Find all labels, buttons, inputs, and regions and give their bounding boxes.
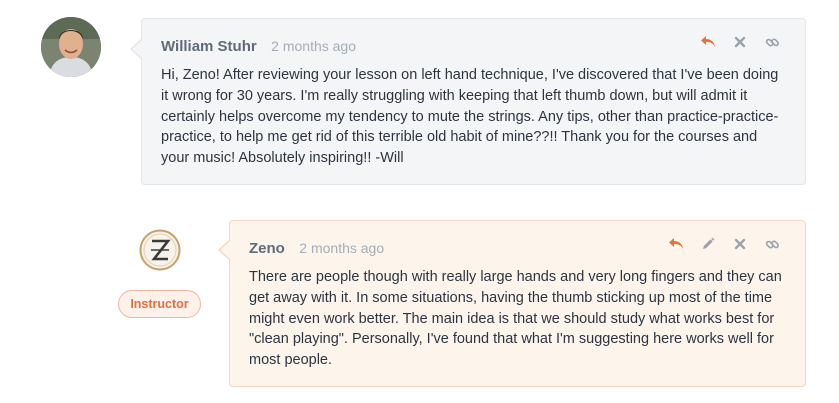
comment-body: Hi, Zeno! After reviewing your lesson on… — [161, 67, 779, 167]
reply-button[interactable] — [699, 33, 717, 51]
user-photo-icon — [41, 17, 101, 77]
edit-button[interactable] — [699, 235, 717, 253]
instructor-badge: Instructor — [118, 290, 201, 318]
comment-header: William Stuhr 2 months ago — [161, 38, 356, 56]
timestamp[interactable]: 2 months ago — [299, 240, 384, 256]
delete-button[interactable] — [731, 33, 749, 51]
comment-body: There are people though with really larg… — [249, 269, 782, 369]
avatar-zeno[interactable] — [139, 229, 181, 271]
comment-zeno: Zeno 2 months ago There are people thoug… — [218, 220, 806, 387]
comment-header: Zeno 2 months ago — [249, 240, 384, 258]
delete-button[interactable] — [731, 235, 749, 253]
timestamp[interactable]: 2 months ago — [271, 38, 356, 54]
reply-icon — [669, 238, 683, 249]
link-icon — [765, 240, 779, 248]
comment-william: William Stuhr 2 months ago Hi, Zeno! Aft… — [130, 18, 806, 185]
permalink-button[interactable] — [763, 235, 781, 253]
permalink-button[interactable] — [763, 33, 781, 51]
comment-actions — [699, 33, 781, 51]
delete-icon — [734, 238, 746, 250]
author-name[interactable]: Zeno — [249, 240, 285, 257]
edit-icon — [703, 237, 715, 249]
reply-button[interactable] — [667, 235, 685, 253]
reply-icon — [701, 36, 715, 47]
comment-actions — [667, 235, 781, 253]
delete-icon — [734, 36, 746, 48]
author-name[interactable]: William Stuhr — [161, 38, 257, 55]
zeno-logo-icon — [139, 229, 181, 271]
avatar-william[interactable] — [41, 17, 101, 77]
link-icon — [765, 38, 779, 46]
